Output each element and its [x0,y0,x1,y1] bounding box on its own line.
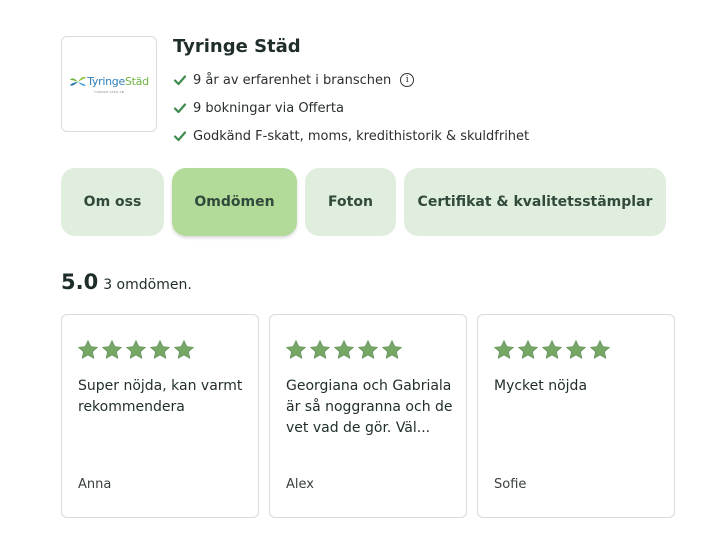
rating-summary: 5.0 3 omdömen. [61,270,192,294]
star-rating [493,339,613,361]
company-facts: 9 år av erfarenhet i branschen i 9 bokni… [173,66,529,150]
fact-text: 9 bokningar via Offerta [193,100,344,116]
rating-count: 3 omdömen. [103,277,192,293]
company-name: Tyringe Städ [173,36,301,57]
star-icon [149,339,171,359]
review-card[interactable]: Super nöjda, kan varmt rekommendera Anna [61,314,259,518]
tab-foton[interactable]: Foton [305,168,396,236]
star-icon [333,339,355,359]
star-icon [493,339,515,359]
review-text: Super nöjda, kan varmt rekommendera [78,378,243,415]
star-icon [101,339,123,359]
logo-wordmark: TyringeStäd [87,75,149,88]
logo-subtext: TYRINGE STÄD AB [94,89,124,94]
review-card[interactable]: Georgiana och Gabriala är så noggranna o… [269,314,467,518]
leaf-icon [70,76,87,86]
star-icon [285,339,307,359]
check-icon [173,103,187,114]
star-icon [565,339,587,359]
rating-score: 5.0 [61,270,99,294]
star-icon [173,339,195,359]
review-card[interactable]: Mycket nöjda Sofie [477,314,675,518]
review-text: Mycket nöjda [494,378,588,394]
company-logo: TyringeStäd TYRINGE STÄD AB [61,36,157,132]
star-icon [381,339,403,359]
info-icon[interactable]: i [400,73,415,87]
tab-om-oss[interactable]: Om oss [61,168,164,236]
fact-text: 9 år av erfarenhet i branschen [193,72,392,88]
check-icon [173,75,187,86]
star-icon [541,339,563,359]
review-author: Alex [286,477,314,492]
tab-certifikat[interactable]: Certifikat & kvalitetsstämplar [404,168,666,236]
star-icon [309,339,331,359]
star-icon [517,339,539,359]
star-icon [125,339,147,359]
review-author: Anna [78,477,112,492]
tab-omdomen[interactable]: Omdömen [172,168,297,236]
check-icon [173,131,187,142]
logo-mark: TyringeStäd [69,75,149,89]
fact-item: 9 bokningar via Offerta [173,94,529,122]
star-icon [357,339,379,359]
star-rating [77,339,197,361]
star-icon [77,339,99,359]
review-author: Sofie [494,477,527,492]
review-text: Georgiana och Gabriala är så noggranna o… [286,378,453,436]
fact-item: 9 år av erfarenhet i branschen i [173,66,529,94]
fact-text: Godkänd F-skatt, moms, kredithistorik & … [193,128,530,144]
star-icon [589,339,611,359]
star-rating [285,339,405,361]
fact-item: Godkänd F-skatt, moms, kredithistorik & … [173,122,529,150]
